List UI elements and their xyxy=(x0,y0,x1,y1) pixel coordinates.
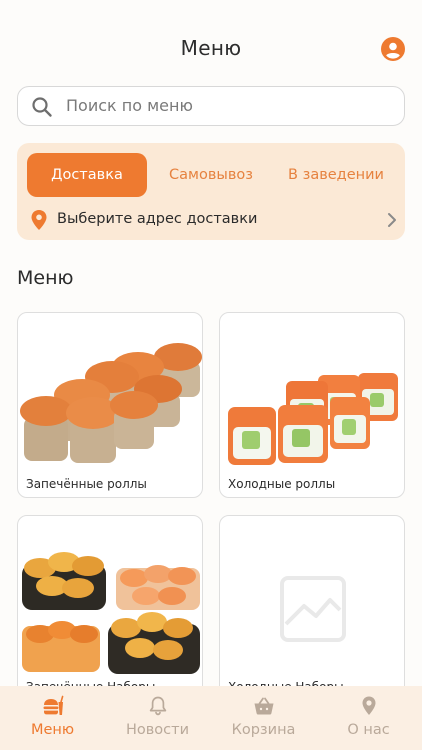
bottom-navigation: Меню Новости Корзина О нас xyxy=(0,686,422,750)
category-label: Запечённые роллы xyxy=(26,477,147,491)
location-pin-icon xyxy=(362,696,376,715)
cold-rolls-image xyxy=(228,373,398,465)
address-prompt: Выберите адрес доставки xyxy=(57,211,258,227)
baked-rolls-image xyxy=(20,343,202,463)
nav-item-about[interactable]: О нас xyxy=(316,686,421,750)
app-header: Меню xyxy=(0,0,422,80)
nav-label: Новости xyxy=(125,722,190,738)
category-label: Холодные роллы xyxy=(228,477,336,491)
profile-button[interactable] xyxy=(381,37,405,61)
tab-pickup[interactable]: Самовывоз xyxy=(155,153,267,197)
bell-icon xyxy=(149,696,167,716)
category-card-baked-rolls[interactable]: Запечённые роллы xyxy=(17,312,203,498)
nav-item-cart[interactable]: Корзина xyxy=(211,686,316,750)
category-card-cold-sets[interactable]: Холодные Наборы xyxy=(219,515,405,701)
chevron-right-icon xyxy=(388,213,396,227)
category-card-cold-rolls[interactable]: Холодные роллы xyxy=(219,312,405,498)
nav-label: Меню xyxy=(30,722,75,738)
nav-item-menu[interactable]: Меню xyxy=(0,686,105,750)
search-icon xyxy=(32,97,52,117)
search-input[interactable] xyxy=(66,87,386,124)
location-pin-icon xyxy=(31,210,47,230)
nav-item-news[interactable]: Новости xyxy=(105,686,210,750)
search-bar[interactable] xyxy=(17,86,405,126)
burger-drink-icon xyxy=(43,695,64,715)
delivery-mode-card: Доставка Самовывоз В заведении Выберите … xyxy=(17,143,405,240)
nav-label: О нас xyxy=(347,722,390,738)
address-selector[interactable]: Выберите адрес доставки xyxy=(27,207,397,233)
tab-dine-in[interactable]: В заведении xyxy=(275,153,397,197)
category-card-baked-sets[interactable]: Запечённые Наборы xyxy=(17,515,203,701)
user-icon xyxy=(386,42,400,59)
tab-delivery[interactable]: Доставка xyxy=(27,153,147,197)
baked-sets-image xyxy=(22,552,200,674)
page-title: Меню xyxy=(180,36,242,60)
menu-section-title: Меню xyxy=(17,267,74,289)
nav-label: Корзина xyxy=(231,722,296,738)
basket-icon xyxy=(254,697,274,715)
image-placeholder-icon xyxy=(280,576,346,642)
